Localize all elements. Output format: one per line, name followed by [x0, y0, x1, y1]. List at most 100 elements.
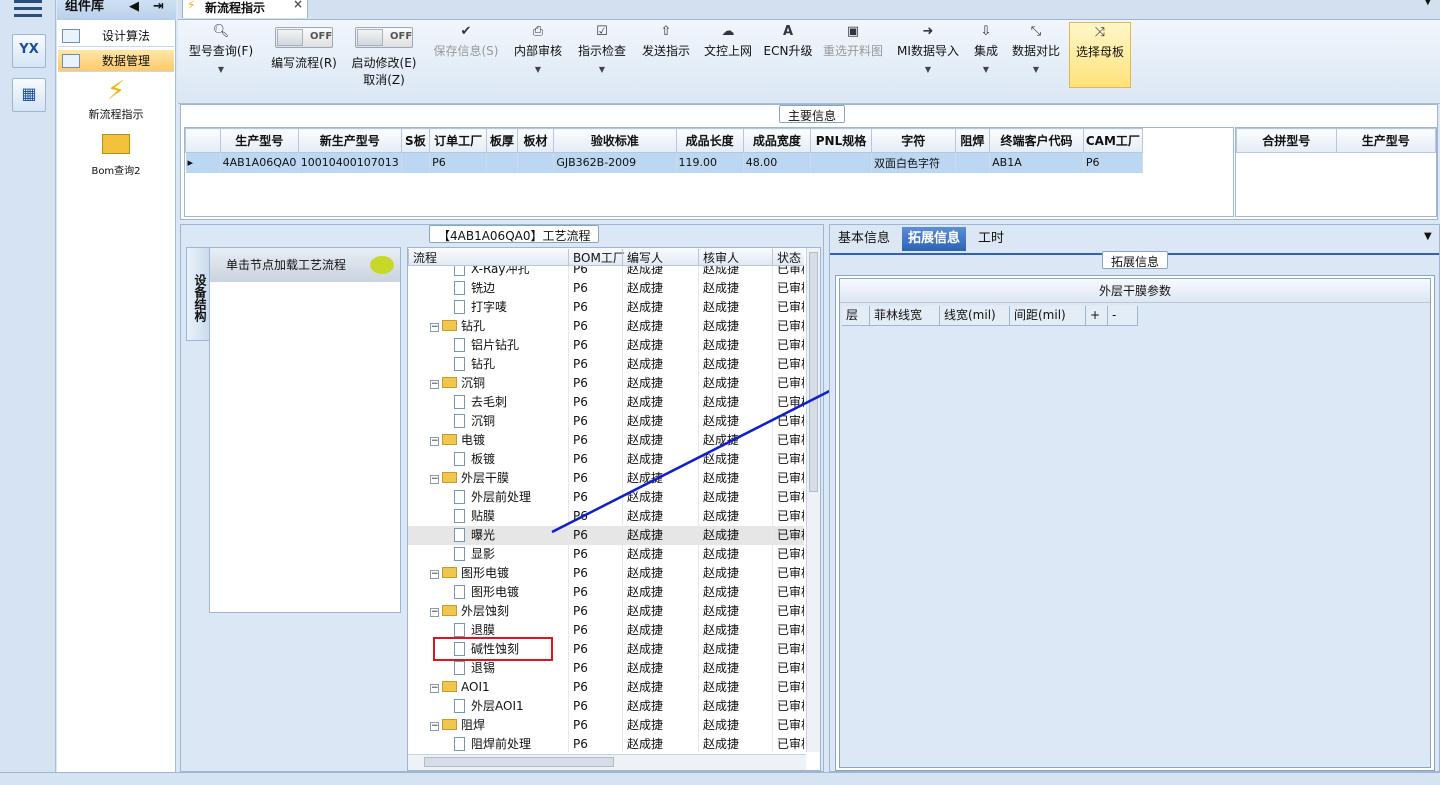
shortcut-bom-query[interactable]: Bom查询2	[75, 134, 157, 177]
column-header[interactable]: 状态	[772, 249, 801, 266]
tab-new-flow[interactable]: ⚡ 新流程指示 ×	[182, 0, 308, 18]
column-header[interactable]: 验收标准	[553, 128, 677, 153]
tab-basic-info[interactable]: 基本信息	[832, 227, 896, 251]
node-label: 板镀	[471, 452, 496, 466]
menu-icon[interactable]	[14, 0, 42, 17]
column-header[interactable]: BOM工厂	[568, 249, 625, 266]
column-header[interactable]: 成品宽度	[742, 128, 811, 153]
collapse-left-icon[interactable]: ◀	[129, 0, 139, 14]
cancel-button[interactable]: 取消(Z)	[348, 71, 420, 88]
select-mother-board-button[interactable]: ⤨ 选择母板	[1069, 22, 1131, 88]
tree-row[interactable]: 铣边P6赵成捷赵成捷已审核	[408, 279, 804, 298]
tree-row[interactable]: 退锡P6赵成捷赵成捷已审核	[408, 659, 804, 678]
table-cell: 已审核	[772, 564, 804, 583]
main-info-grid: 生产型号 新生产型号 S板 订单工厂 板厚 板材 验收标准 成品长度 成品宽度 PNL规格 字符 阻焊…	[184, 127, 1234, 217]
tab-extended-info[interactable]: 拓展信息	[902, 227, 967, 251]
ecn-upgrade-button[interactable]: A ECN升级	[762, 22, 814, 92]
data-compare-button[interactable]: ⤡ 数据对比 ▼	[1010, 22, 1062, 92]
table-cell: 赵成捷	[622, 602, 698, 621]
table-cell: 已审核	[772, 266, 804, 279]
column-header[interactable]: 阻焊	[954, 128, 991, 153]
indicator-check-button[interactable]: ☑ 指示检查 ▼	[574, 22, 630, 92]
table-cell: 赵成捷	[698, 266, 772, 279]
column-header[interactable]: 核审人	[698, 249, 739, 266]
collapse-icon[interactable]: −	[430, 475, 439, 484]
edit-flow-toggle[interactable]: OFF	[275, 27, 333, 48]
table-cell: P6	[429, 152, 488, 173]
doc-upload-button[interactable]: ☁ 文控上网	[700, 22, 756, 92]
tree-row[interactable]: −阻焊P6赵成捷赵成捷已审核	[408, 716, 804, 735]
column-header[interactable]: 成品长度	[675, 128, 744, 153]
column-header[interactable]: -	[1108, 306, 1138, 326]
tree-row[interactable]: −图形电镀P6赵成捷赵成捷已审核	[408, 564, 804, 583]
tree-row[interactable]: 阻焊前处理P6赵成捷赵成捷已审核	[408, 735, 804, 752]
column-header[interactable]: 层	[842, 306, 870, 326]
column-header[interactable]: 板厚	[486, 128, 518, 153]
main-info-panel: 主要信息 生产型号 新生产型号 S板 订单工厂 板厚 板材 验收标准 成品长度 成品宽度 PNL规…	[180, 104, 1438, 220]
calculator-icon[interactable]: ▦	[12, 78, 46, 112]
save-info-button[interactable]: ✔ 保存信息(S)	[430, 22, 502, 92]
node-load-header[interactable]: 单击节点加载工艺流程	[210, 248, 400, 282]
column-header[interactable]: 订单工厂	[429, 128, 488, 153]
horizontal-scrollbar[interactable]	[408, 754, 806, 770]
shortcut-new-flow[interactable]: ⚡ 新流程指示	[75, 76, 157, 122]
column-header[interactable]: 编写人	[622, 249, 663, 266]
column-header[interactable]: 线宽(mil)	[940, 306, 1010, 326]
table-cell: 赵成捷	[622, 640, 698, 659]
node-label: 钻孔	[471, 357, 496, 371]
folder-icon	[102, 134, 130, 154]
collapse-icon[interactable]: −	[430, 608, 439, 617]
collapse-icon[interactable]: −	[430, 722, 439, 731]
column-header[interactable]: 菲林线宽	[870, 306, 940, 326]
column-header[interactable]: 新生产型号	[297, 128, 402, 153]
column-header[interactable]: 流程	[408, 249, 437, 266]
pin-icon[interactable]: ⇥	[153, 0, 164, 14]
tree-row[interactable]: 显影P6赵成捷赵成捷已审核	[408, 545, 804, 564]
collapse-icon[interactable]: −	[430, 684, 439, 693]
column-header[interactable]: S板	[400, 128, 431, 153]
internal-review-button[interactable]: ⎙ 内部审核 ▼	[510, 22, 566, 92]
device-structure-tab[interactable]: 设备结构	[186, 247, 210, 341]
close-icon[interactable]: ×	[293, 0, 303, 11]
start-modify-toggle[interactable]: OFF	[355, 27, 413, 48]
column-header[interactable]: PNL规格	[809, 128, 873, 153]
table-cell: 已审核	[772, 735, 804, 752]
column-header[interactable]: 合拼型号	[1236, 128, 1337, 153]
table-cell: P6	[568, 298, 622, 317]
tree-row[interactable]: 图形电镀P6赵成捷赵成捷已审核	[408, 583, 804, 602]
table-row[interactable]: ▸ 4AB1A06QA0 10010400107013 P6 GJB362B-2009 1…	[185, 152, 1144, 173]
tree-row[interactable]: 外层AOI1P6赵成捷赵成捷已审核	[408, 697, 804, 716]
chevron-down-icon[interactable]: ▼	[1424, 0, 1432, 7]
send-indicator-button[interactable]: ⇧ 发送指示	[638, 22, 694, 92]
tab-work-hours[interactable]: 工时	[972, 227, 1010, 251]
collapse-icon[interactable]: −	[430, 380, 439, 389]
column-header[interactable]: +	[1086, 306, 1108, 326]
column-header[interactable]: 终端客户代码	[989, 128, 1084, 153]
compare-icon: ⤡	[1030, 24, 1042, 39]
column-header[interactable]: CAM工厂	[1082, 128, 1144, 153]
column-header[interactable]: 间距(mil)	[1010, 306, 1086, 326]
tree-row[interactable]: −外层蚀刻P6赵成捷赵成捷已审核	[408, 602, 804, 621]
column-header[interactable]: 生产型号	[219, 128, 299, 153]
integrate-button[interactable]: ⇩ 集成 ▼	[968, 22, 1004, 92]
mi-import-button[interactable]: ➜ MI数据导入 ▼	[894, 22, 962, 92]
column-header[interactable]: 板材	[516, 128, 555, 153]
table-cell: 赵成捷	[698, 678, 772, 697]
chevron-down-icon[interactable]: ▼	[1424, 231, 1432, 242]
row-indicator-header	[185, 128, 221, 153]
column-header[interactable]: 字符	[871, 128, 956, 153]
collapse-icon[interactable]: −	[430, 437, 439, 446]
app-logo-icon[interactable]: YX	[12, 34, 46, 68]
collapse-icon[interactable]: −	[430, 570, 439, 579]
nav-item-data-management[interactable]: 数据管理	[58, 50, 174, 72]
button-label: 文控上网	[703, 44, 752, 58]
column-header[interactable]: 生产型号	[1335, 128, 1436, 153]
tree-row[interactable]: X-Ray冲孔P6赵成捷赵成捷已审核	[408, 266, 804, 279]
reselect-material-button[interactable]: ▣ 重选开料图	[820, 22, 886, 92]
tree-row[interactable]: 打字唛P6赵成捷赵成捷已审核	[408, 298, 804, 317]
collapse-icon[interactable]: −	[430, 323, 439, 332]
table-cell: 赵成捷	[698, 545, 772, 564]
nav-item-design-algorithm[interactable]: 设计算法	[58, 25, 174, 47]
model-query-button[interactable]: 🔍︎ 型号查询(F) ▼	[182, 22, 260, 92]
tree-row[interactable]: −AOI1P6赵成捷赵成捷已审核	[408, 678, 804, 697]
